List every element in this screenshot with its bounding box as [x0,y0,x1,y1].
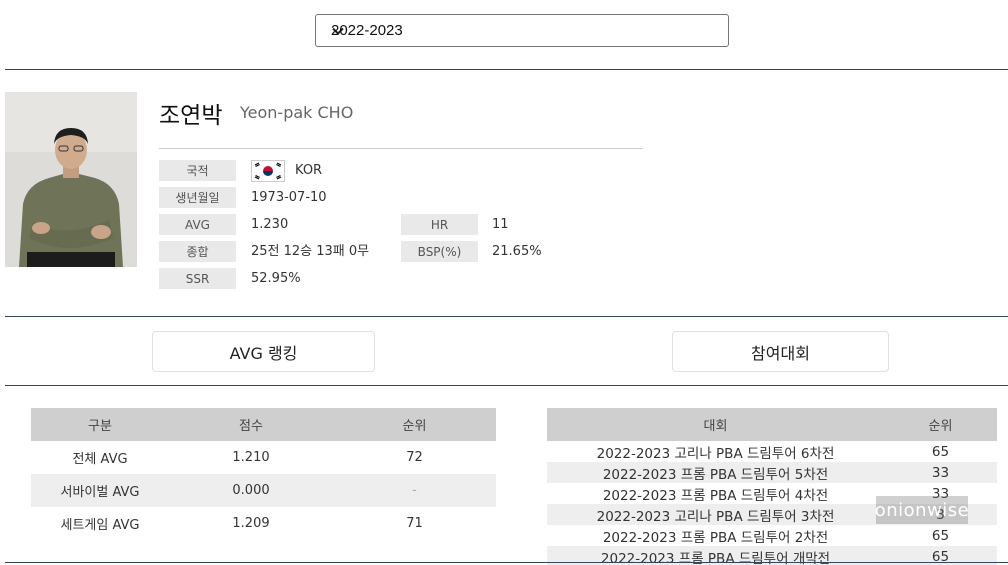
table-row: 전체 AVG 1.210 72 [31,441,496,474]
birthdate-value: 1973-07-10 [251,190,327,205]
divider [5,385,1008,386]
divider [159,148,643,149]
ssr-value: 52.95% [251,271,301,286]
tournament-name: 2022-2023 프롬 PBA 드림투어 5차전 [547,462,884,483]
divider [5,316,1008,317]
avg-ranking-table: 구분 점수 순위 전체 AVG 1.210 72 서바이벌 AVG 0.000 … [31,408,496,540]
table-row[interactable]: 2022-2023 프롬 PBA 드림투어 2차전 65 [547,525,997,546]
player-name-korean: 조연박 [159,103,223,129]
table-row: 세트게임 AVG 1.209 71 [31,507,496,540]
season-select[interactable]: 2022-2023 [315,14,729,47]
column-header: 구분 [31,408,169,441]
column-header: 순위 [333,408,496,441]
nationality-label: 국적 [159,160,236,181]
table-cell: 71 [406,516,423,531]
tournament-table: 대회 순위 2022-2023 고리나 PBA 드림투어 6차전 65 2022… [547,408,997,565]
table-header-row: 구분 점수 순위 [31,408,496,441]
tournament-rank: 65 [931,527,950,544]
avg-value: 1.230 [251,217,289,232]
total-record-label: 종합 [159,241,236,262]
nationality-value: KOR [295,163,323,178]
ssr-label: SSR [159,268,236,289]
table-cell: 0.000 [169,474,333,507]
hr-label: HR [401,214,478,235]
table-cell: 1.209 [232,516,270,531]
tournament-name: 2022-2023 고리나 PBA 드림투어 3차전 [547,504,884,525]
tab-avg-ranking[interactable]: AVG 랭킹 [152,331,375,372]
player-photo [5,92,137,267]
table-row: 서바이벌 AVG 0.000 - [31,474,496,507]
tournament-name: 2022-2023 프롬 PBA 드림투어 4차전 [602,487,829,504]
column-header: 순위 [884,408,997,441]
tournament-name: 2022-2023 프롬 PBA 드림투어 2차전 [602,529,829,546]
divider [5,69,1008,70]
table-cell: 전체 AVG [72,452,128,467]
player-name-english: Yeon-pak CHO [240,103,354,122]
table-cell: 세트게임 AVG [60,518,140,533]
birthdate-label: 생년월일 [159,187,236,208]
avg-label: AVG [159,214,236,235]
season-select-value: 2022-2023 [331,22,403,39]
table-row[interactable]: 2022-2023 고리나 PBA 드림투어 6차전 65 [547,441,997,462]
bsp-label: BSP(%) [401,241,478,262]
column-header: 점수 [169,408,333,441]
divider [5,562,1008,563]
table-cell: 1.210 [232,450,270,465]
table-header-row: 대회 순위 [547,408,997,441]
table-cell: 72 [406,450,423,465]
tournament-name: 2022-2023 고리나 PBA 드림투어 6차전 [596,445,835,462]
column-header: 대회 [547,408,884,441]
korea-flag-icon [251,160,285,182]
tournament-rank: 33 [884,462,997,483]
hr-value: 11 [492,217,509,232]
bsp-value: 21.65% [492,244,542,259]
watermark: onionwise [875,496,969,524]
table-cell: - [333,474,496,507]
tab-tournaments[interactable]: 참여대회 [672,331,889,372]
total-record-value: 25전 12승 13패 0무 [251,244,370,259]
table-row[interactable]: 2022-2023 프롬 PBA 드림투어 5차전 33 [547,462,997,483]
tournament-rank: 65 [931,443,950,460]
table-cell: 서바이벌 AVG [31,474,169,507]
